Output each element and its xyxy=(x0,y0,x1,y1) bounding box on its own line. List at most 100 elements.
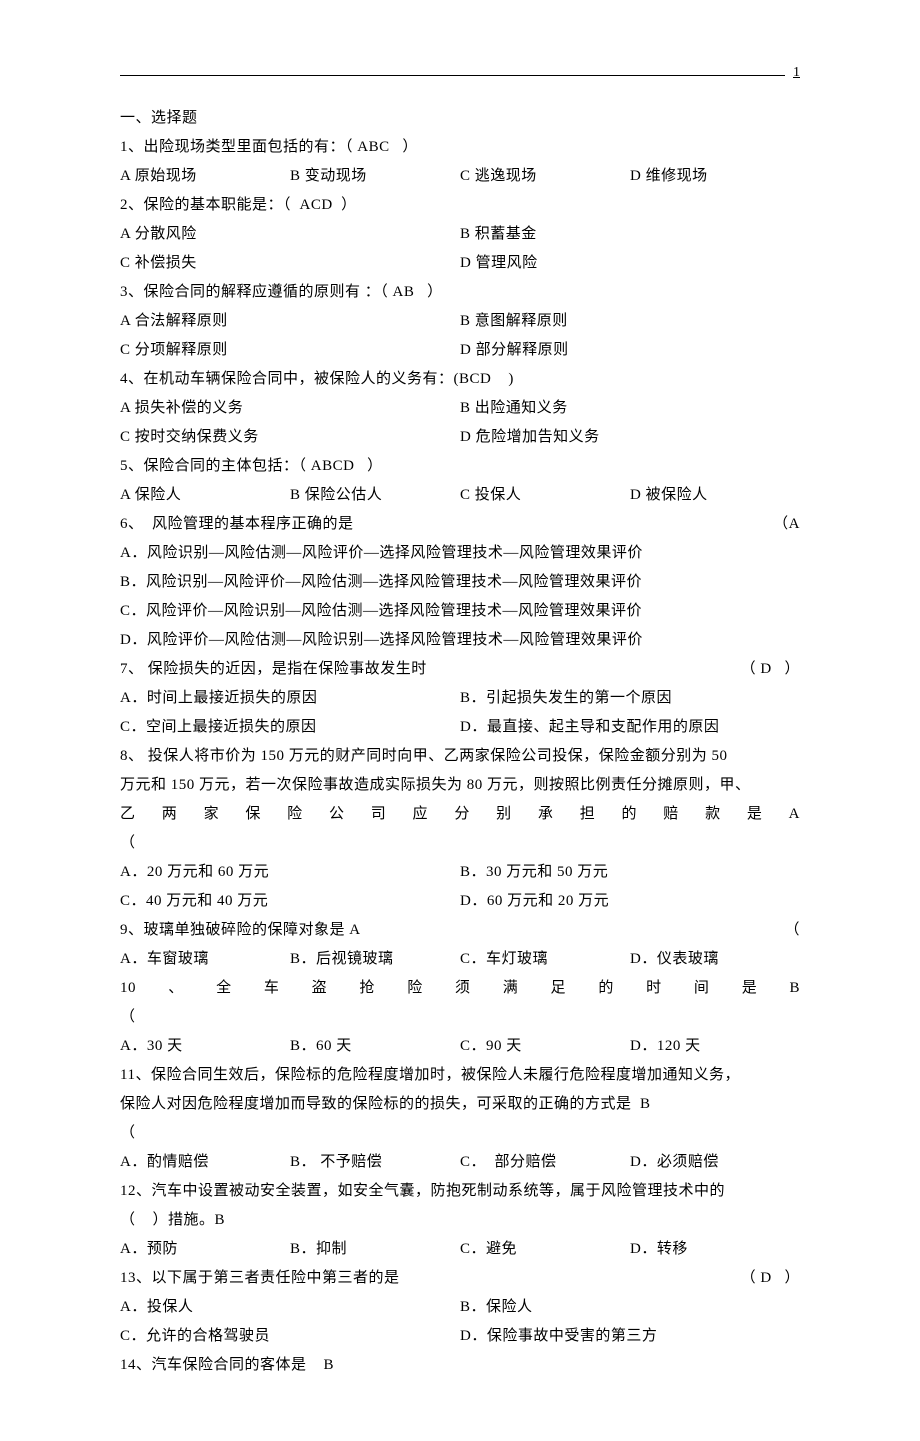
q10-opt-c: C．90 天 xyxy=(460,1033,630,1060)
section-title: 一、选择题 xyxy=(120,105,800,132)
q12-opt-c: C．避免 xyxy=(460,1236,630,1263)
q1-stem: 1、出险现场类型里面包括的有：（ ABC ） xyxy=(120,134,800,161)
q14-stem: 14、汽车保险合同的客体是 B xyxy=(120,1352,800,1379)
q7-row2: C．空间上最接近损失的原因 D．最直接、起主导和支配作用的原因 xyxy=(120,714,800,741)
q6-opt-a: A．风险识别—风险估测—风险评价—选择风险管理技术—风险管理效果评价 xyxy=(120,540,800,567)
q13-opt-d: D．保险事故中受害的第三方 xyxy=(460,1323,800,1350)
q10-options: A．30 天 B．60 天 C．90 天 D．120 天 xyxy=(120,1033,800,1060)
q10-stem: 10、全车盗抢险须满足的时间是B xyxy=(120,975,800,1002)
q12-opt-b: B．抑制 xyxy=(290,1236,460,1263)
q2-row2: C 补偿损失 D 管理风险 xyxy=(120,250,800,277)
q7-stem-row: 7、 保险损失的近因，是指在保险事故发生时 （ D ） xyxy=(120,656,800,683)
q8-row1: A．20 万元和 60 万元 B．30 万元和 50 万元 xyxy=(120,859,800,886)
q10-opt-a: A．30 天 xyxy=(120,1033,290,1060)
q4-opt-a: A 损失补偿的义务 xyxy=(120,395,460,422)
q9-stem: 9、玻璃单独破碎险的保障对象是 A xyxy=(120,917,776,944)
q3-stem: 3、保险合同的解释应遵循的原则有 ：（ AB ） xyxy=(120,279,800,306)
q2-opt-d: D 管理风险 xyxy=(460,250,800,277)
q5-opt-a: A 保险人 xyxy=(120,482,290,509)
q7-row1: A．时间上最接近损失的原因 B．引起损失发生的第一个原因 xyxy=(120,685,800,712)
q3-opt-d: D 部分解释原则 xyxy=(460,337,800,364)
q11-line1: 11、保险合同生效后，保险标的危险程度增加时，被保险人未履行危险程度增加通知义务… xyxy=(120,1062,800,1089)
q11-opt-d: D．必须赔偿 xyxy=(630,1149,800,1176)
q12-opt-a: A．预防 xyxy=(120,1236,290,1263)
header-rule: 1 xyxy=(120,60,800,85)
q13-row2: C．允许的合格驾驶员 D．保险事故中受害的第三方 xyxy=(120,1323,800,1350)
q4-opt-c: C 按时交纳保费义务 xyxy=(120,424,460,451)
q8-opt-d: D．60 万元和 20 万元 xyxy=(460,888,800,915)
q3-row1: A 合法解释原则 B 意图解释原则 xyxy=(120,308,800,335)
q9-opt-b: B．后视镜玻璃 xyxy=(290,946,460,973)
q8-line1: 8、 投保人将市价为 150 万元的财产同时向甲、乙两家保险公司投保，保险金额分… xyxy=(120,743,800,770)
q1-opt-c: C 逃逸现场 xyxy=(460,163,630,190)
q3-opt-b: B 意图解释原则 xyxy=(460,308,800,335)
q3-opt-c: C 分项解释原则 xyxy=(120,337,460,364)
q12-options: A．预防 B．抑制 C．避免 D．转移 xyxy=(120,1236,800,1263)
q7-opt-c: C．空间上最接近损失的原因 xyxy=(120,714,460,741)
q6-opt-b: B．风险识别—风险评价—风险估测—选择风险管理技术—风险管理效果评价 xyxy=(120,569,800,596)
q11-opt-c: C． 部分赔偿 xyxy=(460,1149,630,1176)
q4-opt-b: B 出险通知义务 xyxy=(460,395,800,422)
q12-opt-d: D．转移 xyxy=(630,1236,800,1263)
q8-line4: （ xyxy=(120,830,800,857)
q1-opt-d: D 维修现场 xyxy=(630,163,800,190)
q13-opt-b: B．保险人 xyxy=(460,1294,800,1321)
q4-opt-d: D 危险增加告知义务 xyxy=(460,424,800,451)
q7-opt-d: D．最直接、起主导和支配作用的原因 xyxy=(460,714,800,741)
q7-answer: （ D ） xyxy=(733,656,800,683)
q11-options: A．酌情赔偿 B． 不予赔偿 C． 部分赔偿 D．必须赔偿 xyxy=(120,1149,800,1176)
q6-opt-d: D．风险评价—风险估测—风险识别—选择风险管理技术—风险管理效果评价 xyxy=(120,627,800,654)
page-number: 1 xyxy=(793,60,800,85)
q1-opt-a: A 原始现场 xyxy=(120,163,290,190)
q12-line2: （ ）措施。B xyxy=(120,1207,800,1234)
q5-opt-d: D 被保险人 xyxy=(630,482,800,509)
q2-opt-b: B 积蓄基金 xyxy=(460,221,800,248)
q1-opt-b: B 变动现场 xyxy=(290,163,460,190)
q6-stem-row: 6、 风险管理的基本程序正确的是 （A xyxy=(120,511,800,538)
q5-opt-c: C 投保人 xyxy=(460,482,630,509)
q13-answer: （ D ） xyxy=(733,1265,800,1292)
q9-answer: （ xyxy=(776,917,800,944)
horizontal-rule xyxy=(120,75,785,76)
q10-stem2: （ xyxy=(120,1004,800,1031)
q9-opt-a: A．车窗玻璃 xyxy=(120,946,290,973)
q2-opt-c: C 补偿损失 xyxy=(120,250,460,277)
q11-line2: 保险人对因危险程度增加而导致的保险标的的损失，可采取的正确的方式是 B xyxy=(120,1091,800,1118)
q10-opt-b: B．60 天 xyxy=(290,1033,460,1060)
q9-stem-row: 9、玻璃单独破碎险的保障对象是 A （ xyxy=(120,917,800,944)
q12-line1: 12、汽车中设置被动安全装置，如安全气囊，防抱死制动系统等，属于风险管理技术中的 xyxy=(120,1178,800,1205)
q5-opt-b: B 保险公估人 xyxy=(290,482,460,509)
q2-row1: A 分散风险 B 积蓄基金 xyxy=(120,221,800,248)
q8-line3: 乙两家保险公司应分别承担的赔款是A xyxy=(120,801,800,828)
q10-opt-d: D．120 天 xyxy=(630,1033,800,1060)
q11-opt-b: B． 不予赔偿 xyxy=(290,1149,460,1176)
q6-stem: 6、 风险管理的基本程序正确的是 xyxy=(120,511,765,538)
q13-stem-row: 13、以下属于第三者责任险中第三者的是 （ D ） xyxy=(120,1265,800,1292)
q13-opt-c: C．允许的合格驾驶员 xyxy=(120,1323,460,1350)
q9-opt-d: D．仪表玻璃 xyxy=(630,946,800,973)
q7-stem: 7、 保险损失的近因，是指在保险事故发生时 xyxy=(120,656,733,683)
q2-opt-a: A 分散风险 xyxy=(120,221,460,248)
q8-opt-b: B．30 万元和 50 万元 xyxy=(460,859,800,886)
q8-row2: C．40 万元和 40 万元 D．60 万元和 20 万元 xyxy=(120,888,800,915)
q6-opt-c: C．风险评价—风险识别—风险估测—选择风险管理技术—风险管理效果评价 xyxy=(120,598,800,625)
q4-stem: 4、在机动车辆保险合同中，被保险人的义务有：(BCD ) xyxy=(120,366,800,393)
q6-answer: （A xyxy=(765,511,800,538)
q11-line3: （ xyxy=(120,1120,800,1147)
q8-opt-c: C．40 万元和 40 万元 xyxy=(120,888,460,915)
q3-row2: C 分项解释原则 D 部分解释原则 xyxy=(120,337,800,364)
q5-stem: 5、保险合同的主体包括：（ ABCD ） xyxy=(120,453,800,480)
page: 1 一、选择题 1、出险现场类型里面包括的有：（ ABC ） A 原始现场 B … xyxy=(0,0,920,1441)
q8-line2: 万元和 150 万元，若一次保险事故造成实际损失为 80 万元，则按照比例责任分… xyxy=(120,772,800,799)
q7-opt-b: B．引起损失发生的第一个原因 xyxy=(460,685,800,712)
q9-options: A．车窗玻璃 B．后视镜玻璃 C．车灯玻璃 D．仪表玻璃 xyxy=(120,946,800,973)
q11-opt-a: A．酌情赔偿 xyxy=(120,1149,290,1176)
q5-options: A 保险人 B 保险公估人 C 投保人 D 被保险人 xyxy=(120,482,800,509)
q1-options: A 原始现场 B 变动现场 C 逃逸现场 D 维修现场 xyxy=(120,163,800,190)
q7-opt-a: A．时间上最接近损失的原因 xyxy=(120,685,460,712)
q3-opt-a: A 合法解释原则 xyxy=(120,308,460,335)
content-area: 一、选择题 1、出险现场类型里面包括的有：（ ABC ） A 原始现场 B 变动… xyxy=(120,105,800,1379)
q13-row1: A．投保人 B．保险人 xyxy=(120,1294,800,1321)
q9-opt-c: C．车灯玻璃 xyxy=(460,946,630,973)
q13-opt-a: A．投保人 xyxy=(120,1294,460,1321)
